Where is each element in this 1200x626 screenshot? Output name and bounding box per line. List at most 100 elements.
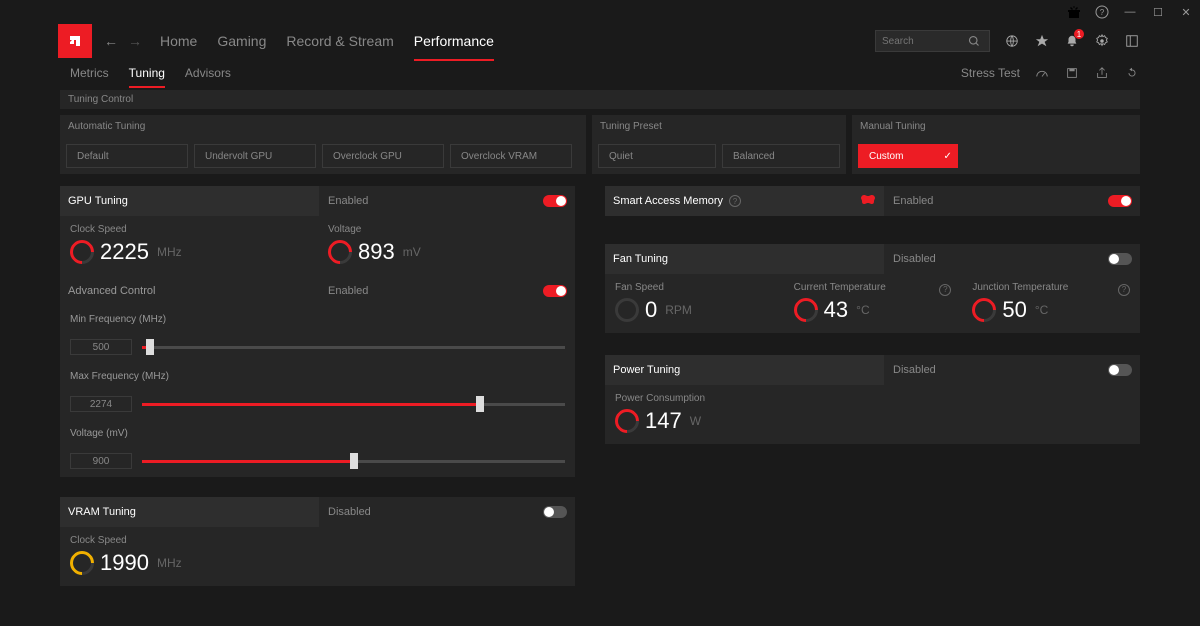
min-freq-label: Min Frequency (MHz) [70, 314, 565, 325]
tab-tuning[interactable]: Tuning [129, 60, 165, 86]
stress-test-gauge-icon[interactable] [1034, 65, 1050, 81]
gpu-tuning-state: Enabled [328, 195, 368, 207]
clock-speed-label: Clock Speed [70, 224, 307, 235]
automatic-tuning-label: Automatic Tuning [60, 115, 586, 138]
custom-label: Custom [869, 151, 903, 162]
nav-performance[interactable]: Performance [414, 27, 494, 55]
nav-forward-icon[interactable]: → [128, 33, 142, 49]
clock-gauge-icon [65, 235, 99, 269]
voltage-label: Voltage [328, 224, 565, 235]
min-freq-input[interactable]: 500 [70, 339, 132, 355]
max-freq-slider[interactable] [142, 403, 565, 406]
check-icon [943, 151, 951, 162]
brain-icon [860, 193, 876, 210]
vram-state: Disabled [328, 506, 371, 518]
minimize-button[interactable]: — [1122, 4, 1138, 20]
sam-toggle[interactable] [1108, 195, 1132, 207]
max-freq-label: Max Frequency (MHz) [70, 371, 565, 382]
info-icon[interactable]: ? [939, 284, 951, 296]
mode-undervolt[interactable]: Undervolt GPU [194, 144, 316, 168]
stress-test-label: Stress Test [961, 66, 1020, 80]
vram-toggle[interactable] [543, 506, 567, 518]
vram-clock-label: Clock Speed [70, 535, 565, 546]
nav-back-icon[interactable]: ← [104, 33, 118, 49]
voltage-gauge-icon [323, 235, 357, 269]
mode-custom[interactable]: Custom [858, 144, 958, 168]
preset-balanced[interactable]: Balanced [722, 144, 840, 168]
power-value: 147 [645, 408, 682, 434]
amd-logo [58, 24, 92, 58]
vram-clock-unit: MHz [157, 556, 182, 570]
max-freq-input[interactable]: 2274 [70, 396, 132, 412]
advanced-toggle[interactable] [543, 285, 567, 297]
voltage-slider[interactable] [142, 460, 565, 463]
star-icon[interactable] [1034, 33, 1050, 49]
help-icon[interactable]: ? [1094, 4, 1110, 20]
info-icon[interactable]: ? [729, 195, 741, 207]
export-icon[interactable] [1094, 65, 1110, 81]
cur-temp-label: Current Temperature [794, 282, 886, 293]
preset-quiet[interactable]: Quiet [598, 144, 716, 168]
fan-speed-label: Fan Speed [615, 282, 773, 293]
cur-temp-value: 43 [824, 297, 848, 323]
fan-unit: RPM [665, 303, 692, 317]
save-icon[interactable] [1064, 65, 1080, 81]
advanced-state: Enabled [328, 285, 368, 297]
fan-toggle[interactable] [1108, 253, 1132, 265]
voltage-unit: mV [403, 245, 421, 259]
tuning-control-header: Tuning Control [60, 90, 1140, 109]
notification-badge: 1 [1074, 29, 1084, 39]
tuning-preset-label: Tuning Preset [592, 115, 846, 138]
junc-temp-value: 50 [1002, 297, 1026, 323]
maximize-button[interactable]: ☐ [1150, 4, 1166, 20]
voltage-value: 893 [358, 239, 395, 265]
advanced-control-label: Advanced Control [68, 285, 155, 297]
power-unit: W [690, 414, 701, 428]
junc-temp-unit: °C [1035, 303, 1048, 317]
power-state: Disabled [893, 364, 936, 376]
mode-overclock-gpu[interactable]: Overclock GPU [322, 144, 444, 168]
fan-tuning-title: Fan Tuning [613, 253, 668, 265]
nav-home[interactable]: Home [160, 27, 197, 55]
sam-title: Smart Access Memory [613, 195, 723, 207]
fan-gauge-icon [610, 293, 644, 327]
nav-record-stream[interactable]: Record & Stream [286, 27, 393, 55]
search-box[interactable] [875, 30, 990, 52]
cur-temp-gauge-icon [789, 293, 823, 327]
tab-metrics[interactable]: Metrics [70, 60, 109, 86]
svg-text:?: ? [1100, 8, 1105, 17]
clock-unit: MHz [157, 245, 182, 259]
nav-gaming[interactable]: Gaming [217, 27, 266, 55]
web-icon[interactable] [1004, 33, 1020, 49]
tab-advisors[interactable]: Advisors [185, 60, 231, 86]
mode-default[interactable]: Default [66, 144, 188, 168]
junc-temp-label: Junction Temperature [972, 282, 1068, 293]
power-gauge-icon [610, 404, 644, 438]
power-label: Power Consumption [615, 393, 1130, 404]
fan-state: Disabled [893, 253, 936, 265]
promo-icon[interactable] [1066, 4, 1082, 20]
reset-icon[interactable] [1124, 65, 1140, 81]
power-tuning-title: Power Tuning [613, 364, 680, 376]
clock-speed-value: 2225 [100, 239, 149, 265]
close-button[interactable]: ✕ [1178, 4, 1194, 20]
manual-tuning-label: Manual Tuning [852, 115, 1140, 138]
temp-unit: °C [856, 303, 869, 317]
gpu-tuning-toggle[interactable] [543, 195, 567, 207]
min-freq-slider[interactable] [142, 346, 565, 349]
junc-temp-gauge-icon [967, 293, 1001, 327]
search-input[interactable] [882, 36, 962, 47]
vram-tuning-title: VRAM Tuning [68, 506, 136, 518]
bell-icon[interactable]: 1 [1064, 33, 1080, 49]
sam-state: Enabled [893, 195, 933, 207]
layout-icon[interactable] [1124, 33, 1140, 49]
mode-overclock-vram[interactable]: Overclock VRAM [450, 144, 572, 168]
settings-icon[interactable] [1094, 33, 1110, 49]
power-toggle[interactable] [1108, 364, 1132, 376]
vram-clock-value: 1990 [100, 550, 149, 576]
voltage-slider-label: Voltage (mV) [70, 428, 565, 439]
fan-speed-value: 0 [645, 297, 657, 323]
info-icon[interactable]: ? [1118, 284, 1130, 296]
vram-gauge-icon [65, 546, 99, 580]
voltage-slider-input[interactable]: 900 [70, 453, 132, 469]
